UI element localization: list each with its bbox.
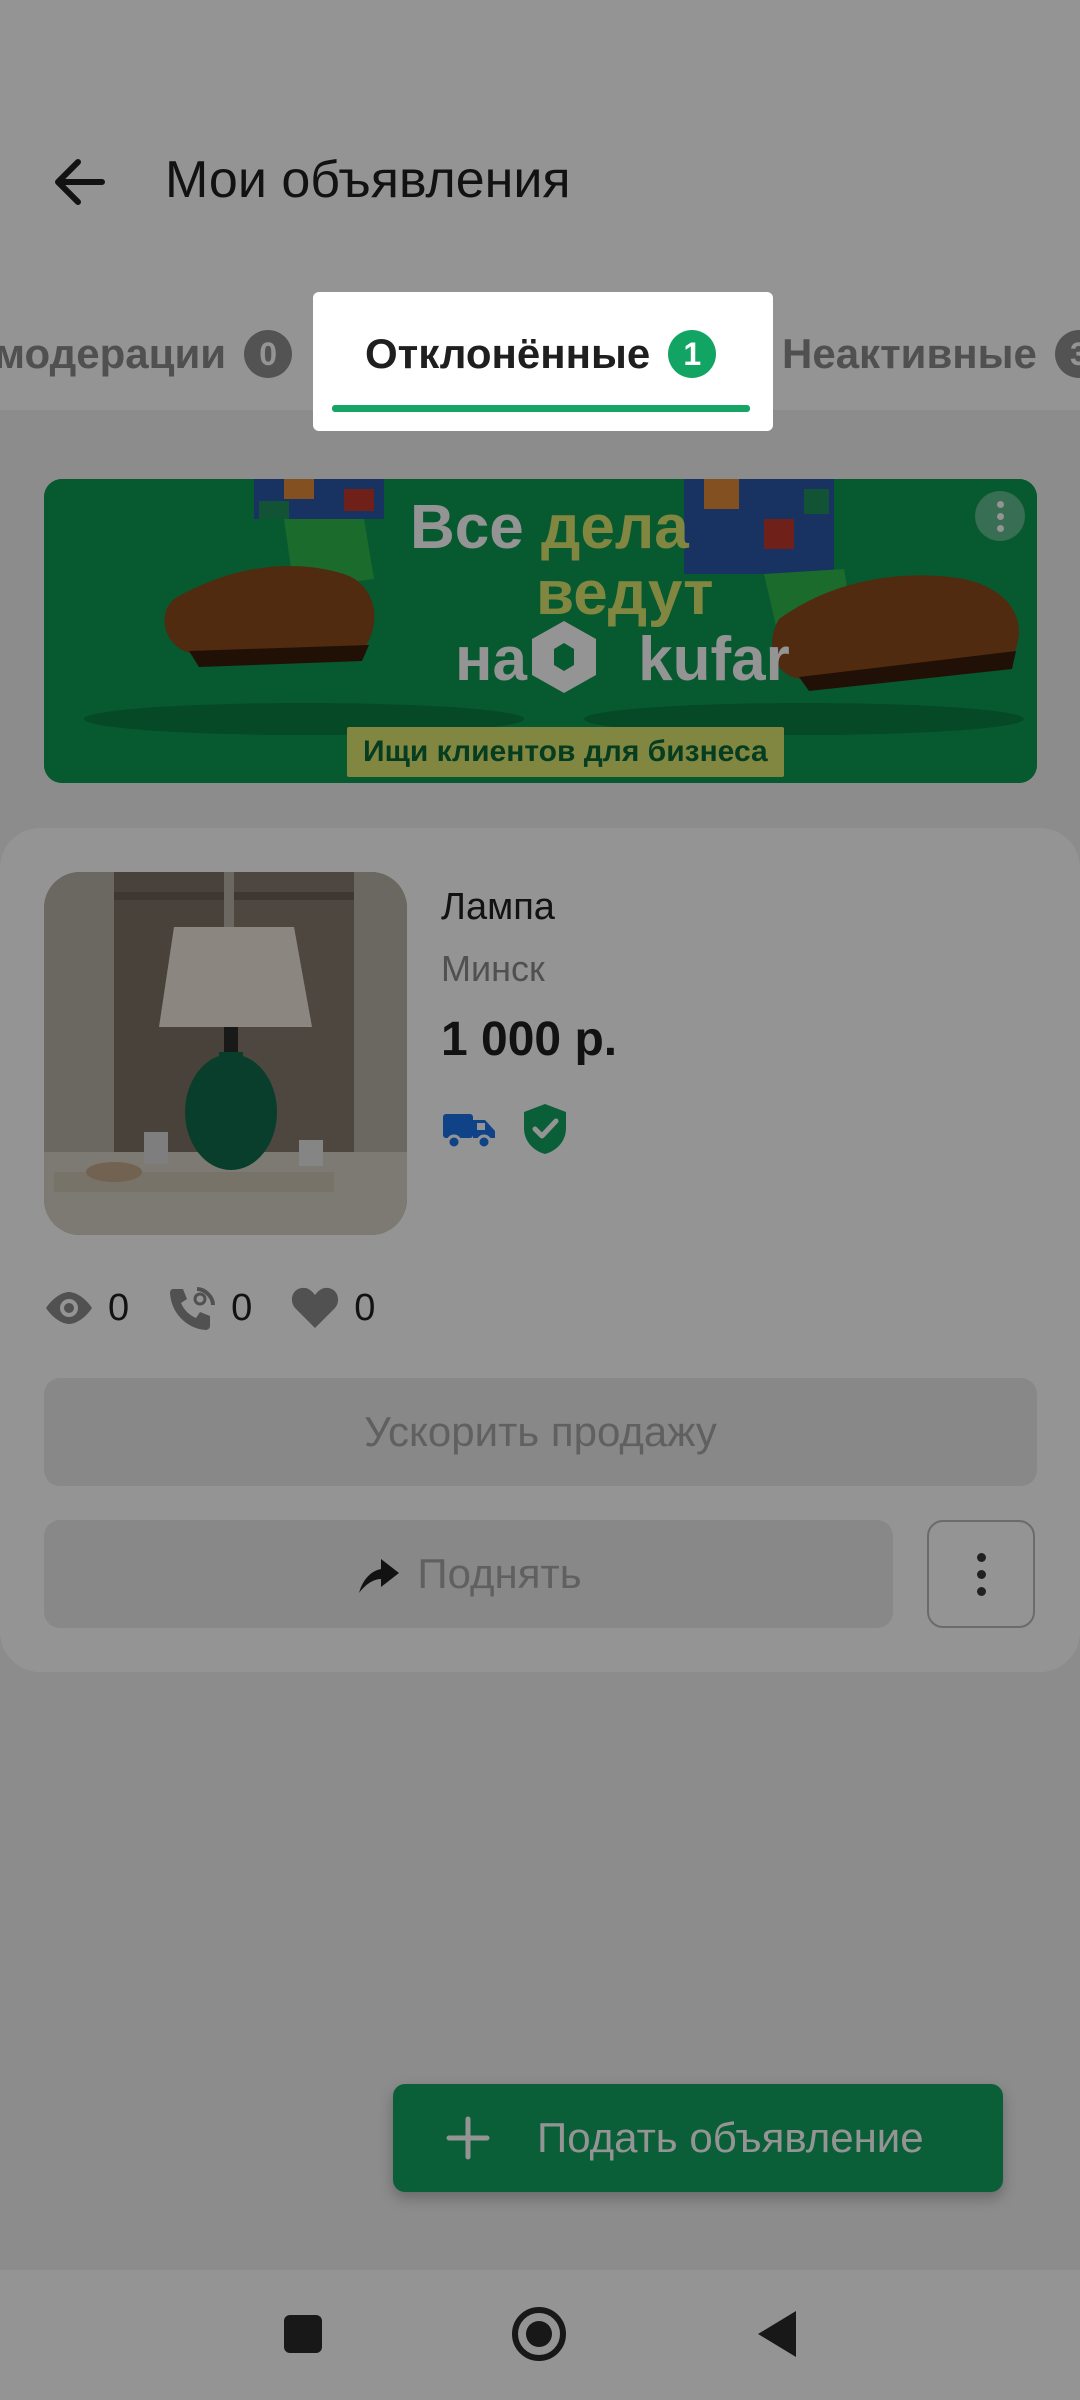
tab-label: Отклонённые (365, 330, 651, 377)
tab-rejected-content: Отклонённые 1 (365, 300, 717, 408)
tab-active-indicator (332, 405, 750, 412)
tab-count-badge: 1 (668, 330, 717, 378)
